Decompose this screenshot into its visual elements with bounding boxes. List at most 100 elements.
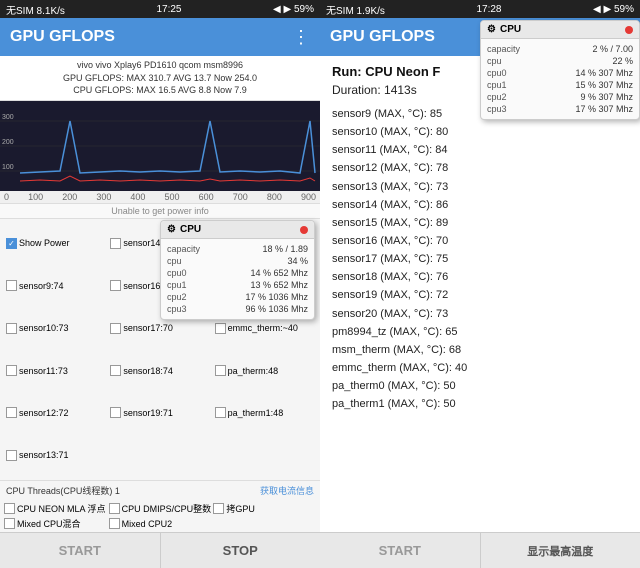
- checkbox-label: sensor11:73: [19, 366, 68, 376]
- cpu-stat-row: cpu115 % 307 Mhz: [487, 79, 633, 91]
- checkbox[interactable]: [110, 407, 121, 418]
- cpu-stat-row: cpu113 % 652 Mhz: [167, 279, 308, 291]
- checkbox[interactable]: [215, 407, 226, 418]
- option-item[interactable]: CPU DMIPS/CPU整数: [109, 502, 212, 515]
- checkbox-label: sensor10:73: [19, 323, 69, 333]
- status-bar-right: 无SIM 1.9K/s 17:28 ◀ ▶ 59%: [320, 0, 640, 18]
- sensor-item: sensor11 (MAX, °C): 84: [332, 141, 628, 159]
- power-info-bar: Unable to get power info: [0, 203, 320, 219]
- sensor-item: msm_therm (MAX, °C): 68: [332, 341, 628, 359]
- cpu-stat-row: capacity2 % / 7.00: [487, 43, 633, 55]
- checkbox[interactable]: [6, 238, 17, 249]
- sensor-item: sensor16 (MAX, °C): 70: [332, 232, 628, 250]
- checkbox[interactable]: [110, 238, 121, 249]
- cpu-stat-row: cpu317 % 307 Mhz: [487, 103, 633, 115]
- checkbox-item[interactable]: sensor10:73: [4, 308, 107, 349]
- bottom-buttons-right: START 显示最高温度: [320, 532, 640, 568]
- checkbox-label: sensor13:71: [19, 450, 69, 460]
- checkbox-item[interactable]: sensor19:71: [108, 392, 211, 433]
- checkbox-item[interactable]: sensor13:71: [4, 435, 107, 476]
- cpu-stat-row: cpu014 % 307 Mhz: [487, 67, 633, 79]
- get-current-btn[interactable]: 获取电流信息: [260, 484, 314, 497]
- cpu-popup-header-right: ⚙ CPU: [481, 21, 639, 39]
- cpu-popup-close-left[interactable]: [300, 226, 308, 234]
- checkbox[interactable]: [6, 323, 17, 334]
- checkbox[interactable]: [215, 365, 226, 376]
- cpu-popup-header-left: ⚙ CPU: [161, 221, 314, 239]
- cpu-stat-row: capacity18 % / 1.89: [167, 243, 308, 255]
- checkbox-label: sensor17:70: [123, 323, 173, 333]
- checkbox[interactable]: [110, 323, 121, 334]
- checkbox-item[interactable]: sensor11:73: [4, 350, 107, 391]
- cpu-popup-title-left: CPU: [180, 224, 201, 235]
- bottom-buttons-left: START STOP: [0, 532, 320, 568]
- right-panel: 无SIM 1.9K/s 17:28 ◀ ▶ 59% GPU GFLOPS Run…: [320, 0, 640, 568]
- checkbox-item[interactable]: pa_therm:48: [213, 350, 316, 391]
- cpu-popup-right: ⚙ CPU capacity2 % / 7.00cpu22 % cpu014 %…: [480, 20, 640, 120]
- sensor-item: pm8994_tz (MAX, °C): 65: [332, 323, 628, 341]
- option-checkbox[interactable]: [109, 503, 120, 514]
- checkbox-item[interactable]: sensor18:74: [108, 350, 211, 391]
- option-item[interactable]: Mixed CPU2: [109, 517, 212, 530]
- cpu-stat-row: cpu22 %: [487, 55, 633, 67]
- icons-right: ◀ ▶ 59%: [593, 4, 634, 15]
- option-checkbox[interactable]: [213, 503, 224, 514]
- option-label: Mixed CPU2: [122, 519, 173, 529]
- start-button-right[interactable]: START: [320, 533, 481, 568]
- cpu-popup-body-left: capacity18 % / 1.89cpu34 % cpu014 % 652 …: [161, 239, 314, 319]
- stop-button-left[interactable]: STOP: [161, 533, 321, 568]
- checkbox[interactable]: [6, 450, 17, 461]
- status-bar-left: 无SIM 8.1K/s 17:25 ◀ ▶ 59%: [0, 0, 320, 18]
- checkbox-label: Show Power: [19, 238, 70, 248]
- sensor-item: pa_therm1 (MAX, °C): 50: [332, 395, 628, 413]
- option-label: Mixed CPU混合: [17, 517, 81, 530]
- checkbox-label: pa_therm:48: [228, 366, 279, 376]
- option-checkbox[interactable]: [109, 518, 120, 529]
- option-item[interactable]: CPU NEON MLA 浮点: [4, 502, 107, 515]
- threads-label: CPU Threads(CPU线程数) 1: [6, 486, 120, 496]
- option-item[interactable]: Mixed CPU混合: [4, 517, 107, 530]
- device-info: vivo vivo Xplay6 PD1610 qcom msm8996 GPU…: [0, 56, 320, 101]
- sensor-item: emmc_therm (MAX, °C): 40: [332, 359, 628, 377]
- svg-text:200: 200: [2, 139, 14, 146]
- option-checkbox[interactable]: [4, 503, 15, 514]
- cpu-stat-row: cpu217 % 1036 Mhz: [167, 291, 308, 303]
- chart-labels: 0 100 200 300 400 500 600 700 800 900: [0, 191, 320, 203]
- right-content: Run: CPU Neon F Duration: 1413s sensor9 …: [320, 56, 640, 532]
- left-panel: 无SIM 8.1K/s 17:25 ◀ ▶ 59% GPU GFLOPS ⋮ v…: [0, 0, 320, 568]
- carrier-left: 无SIM 8.1K/s: [6, 2, 65, 17]
- checkbox[interactable]: [110, 365, 121, 376]
- device-line2: GPU GFLOPS: MAX 310.7 AVG 13.7 Now 254.0: [6, 72, 314, 85]
- checkbox[interactable]: [6, 280, 17, 291]
- display-button-right[interactable]: 显示最高温度: [481, 533, 640, 568]
- checkbox-label: sensor9:74: [19, 281, 64, 291]
- cpu-stat-row: cpu014 % 652 Mhz: [167, 267, 308, 279]
- checkbox[interactable]: [110, 280, 121, 291]
- checkbox-item[interactable]: sensor12:72: [4, 392, 107, 433]
- checkbox[interactable]: [215, 323, 226, 334]
- cpu-popup-title-right: CPU: [500, 24, 521, 35]
- time-left: 17:25: [156, 4, 181, 15]
- options-row: CPU NEON MLA 浮点CPU DMIPS/CPU整数 拷GPU Mixed …: [0, 500, 320, 532]
- checkbox-item[interactable]: pa_therm1:48: [213, 392, 316, 433]
- option-item[interactable]: 拷GPU: [213, 502, 316, 515]
- start-button-left[interactable]: START: [0, 533, 161, 568]
- checkbox-item[interactable]: Show Power: [4, 223, 107, 264]
- cpu-popup-close-right[interactable]: [625, 26, 633, 34]
- cpu-stat-row: cpu29 % 307 Mhz: [487, 91, 633, 103]
- menu-dots-left[interactable]: ⋮: [292, 27, 310, 48]
- sensor-item: sensor20 (MAX, °C): 73: [332, 305, 628, 323]
- app-bar-left: GPU GFLOPS ⋮: [0, 18, 320, 56]
- checkbox[interactable]: [6, 365, 17, 376]
- cpu-stat-row: cpu34 %: [167, 255, 308, 267]
- checkbox-label: sensor12:72: [19, 408, 69, 418]
- checkbox[interactable]: [6, 407, 17, 418]
- app-title-left: GPU GFLOPS: [10, 28, 115, 46]
- icons-left: ◀ ▶ 59%: [273, 4, 314, 15]
- svg-text:100: 100: [2, 164, 14, 171]
- sensor-list: sensor9 (MAX, °C): 85sensor10 (MAX, °C):…: [332, 105, 628, 413]
- checkbox-label: sensor19:71: [123, 408, 173, 418]
- checkbox-item[interactable]: sensor9:74: [4, 265, 107, 306]
- option-checkbox[interactable]: [4, 518, 15, 529]
- option-label: 拷GPU: [226, 502, 255, 515]
